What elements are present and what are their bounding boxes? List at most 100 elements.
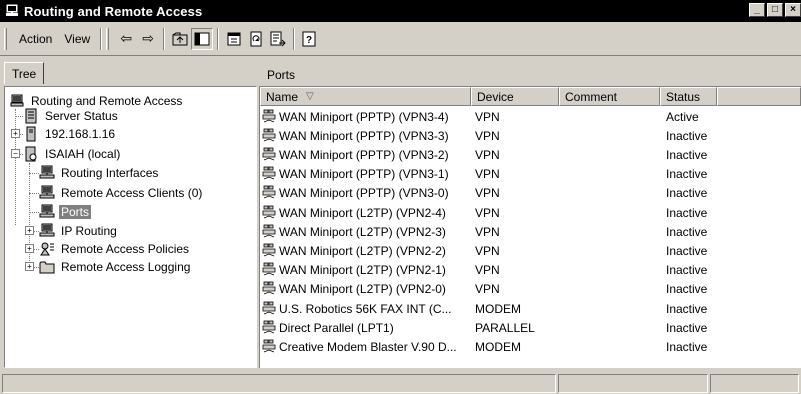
table-row[interactable]: WAN Miniport (PPTP) (VPN3-1) VPN Inactive xyxy=(260,165,800,184)
collapse-toggle[interactable]: − xyxy=(11,149,20,158)
port-status: Inactive xyxy=(666,186,708,201)
table-row[interactable]: U.S. Robotics 56K FAX INT (C... MODEM Inac… xyxy=(260,299,800,318)
menu-action[interactable]: Action xyxy=(13,32,58,46)
port-status: Inactive xyxy=(666,205,708,220)
port-comment xyxy=(563,222,660,241)
port-device-icon xyxy=(261,205,277,221)
port-device: MODEM xyxy=(475,301,521,316)
tree-item-label: ISAIAH (local) xyxy=(45,147,121,161)
tree-item-remote-access-policies[interactable]: Remote Access Policies xyxy=(39,240,191,258)
port-name: WAN Miniport (L2TP) (VPN2-4) xyxy=(279,205,446,220)
tree-item-remote-access-clients[interactable]: Remote Access Clients (0) xyxy=(39,184,204,202)
table-row[interactable]: WAN Miniport (L2TP) (VPN2-1) VPN Inactive xyxy=(260,261,800,280)
toolbar-separator xyxy=(217,27,220,50)
table-row[interactable]: WAN Miniport (L2TP) (VPN2-4) VPN Inactive xyxy=(260,203,800,222)
forward-button[interactable]: ⇨ xyxy=(137,28,159,50)
expand-toggle[interactable]: + xyxy=(11,129,20,138)
port-comment xyxy=(563,318,660,337)
tree-tab-strip: Tree xyxy=(0,62,257,84)
table-row[interactable]: Direct Parallel (LPT1) PARALLEL Inactive xyxy=(260,318,800,337)
port-status: Active xyxy=(666,109,699,124)
tree-item-isaiah-local[interactable]: ISAIAH (local) xyxy=(23,145,122,163)
tree-item-routing-interfaces[interactable]: Routing Interfaces xyxy=(39,164,160,182)
forward-arrow-icon: ⇨ xyxy=(142,30,155,46)
port-name: WAN Miniport (L2TP) (VPN2-3) xyxy=(279,224,446,239)
port-name: WAN Miniport (L2TP) (VPN2-0) xyxy=(279,282,446,297)
tree-item-ip-routing[interactable]: IP Routing xyxy=(39,222,119,240)
column-header-name[interactable]: Name ▽ xyxy=(260,87,471,106)
port-comment xyxy=(563,145,660,164)
tree-item-label: Remote Access Policies xyxy=(61,242,190,256)
port-name: WAN Miniport (PPTP) (VPN3-2) xyxy=(279,147,449,162)
column-header-device[interactable]: Device xyxy=(471,87,559,106)
properties-button[interactable] xyxy=(223,28,245,50)
port-device: VPN xyxy=(475,224,500,239)
port-name: Creative Modem Blaster V.90 D... xyxy=(279,339,457,354)
tree-item-remote-access-logging[interactable]: Remote Access Logging xyxy=(39,258,192,276)
refresh-button[interactable] xyxy=(245,28,267,50)
status-pane-main xyxy=(2,374,556,393)
remote-clients-icon xyxy=(39,185,55,201)
port-status: Inactive xyxy=(666,167,708,182)
port-device-icon xyxy=(261,339,277,355)
back-button[interactable]: ⇦ xyxy=(115,28,137,50)
column-header-empty[interactable] xyxy=(717,87,801,106)
column-header-status[interactable]: Status xyxy=(660,87,717,106)
expand-toggle[interactable]: + xyxy=(25,226,34,235)
port-device-icon xyxy=(261,166,277,182)
port-comment xyxy=(563,299,660,318)
show-hide-tree-button[interactable] xyxy=(191,27,214,50)
port-name: U.S. Robotics 56K FAX INT (C... xyxy=(279,301,452,316)
port-comment xyxy=(563,337,660,356)
port-status: Inactive xyxy=(666,243,708,258)
network-interface-icon xyxy=(39,165,55,181)
title-bar: Routing and Remote Access _ □ × xyxy=(0,0,801,22)
tree-item-ports[interactable]: Ports xyxy=(39,203,92,221)
table-row[interactable]: Creative Modem Blaster V.90 D... MODEM Ina… xyxy=(260,337,800,356)
table-row[interactable]: WAN Miniport (L2TP) (VPN2-2) VPN Inactive xyxy=(260,241,800,260)
sort-indicator-icon: ▽ xyxy=(306,91,314,102)
server-computer-icon xyxy=(4,3,20,19)
toolbar-grip[interactable] xyxy=(4,27,7,50)
port-device-icon xyxy=(261,262,277,278)
port-device-icon xyxy=(261,185,277,201)
table-row[interactable]: WAN Miniport (PPTP) (VPN3-4) VPN Active xyxy=(260,107,800,126)
tree-item-label: Routing Interfaces xyxy=(61,166,159,180)
up-one-level-button[interactable] xyxy=(169,28,191,50)
port-name: WAN Miniport (PPTP) (VPN3-1) xyxy=(279,167,449,182)
port-name: WAN Miniport (PPTP) (VPN3-4) xyxy=(279,109,449,124)
maximize-button[interactable]: □ xyxy=(767,3,783,17)
expand-toggle[interactable]: + xyxy=(25,244,34,253)
help-button[interactable]: ? xyxy=(299,28,321,50)
tree-item-label: IP Routing xyxy=(61,224,117,238)
table-row[interactable]: WAN Miniport (L2TP) (VPN2-0) VPN Inactive xyxy=(260,280,800,299)
port-status: Inactive xyxy=(666,301,708,316)
export-list-button[interactable] xyxy=(267,28,289,50)
ports-list: Name ▽ Device Comment Status WAN Minipor… xyxy=(259,86,801,368)
port-name: WAN Miniport (L2TP) (VPN2-1) xyxy=(279,263,446,278)
port-device: VPN xyxy=(475,167,500,182)
toolbar: Action View ⇦ ⇨ ? xyxy=(0,22,801,56)
tab-tree[interactable]: Tree xyxy=(4,62,45,84)
show-tree-icon xyxy=(194,32,210,45)
close-button[interactable]: × xyxy=(785,3,801,17)
table-row[interactable]: WAN Miniport (PPTP) (VPN3-3) VPN Inactive xyxy=(260,126,800,145)
table-row[interactable]: WAN Miniport (PPTP) (VPN3-2) VPN Inactive xyxy=(260,145,800,164)
minimize-button[interactable]: _ xyxy=(749,3,765,17)
table-row[interactable]: WAN Miniport (PPTP) (VPN3-0) VPN Inactive xyxy=(260,184,800,203)
port-comment xyxy=(563,126,660,145)
tree-item-label: Remote Access Logging xyxy=(61,260,191,274)
expand-toggle[interactable]: + xyxy=(25,262,34,271)
port-device: VPN xyxy=(475,147,500,162)
port-device-icon xyxy=(261,147,277,163)
toolbar-grip-2[interactable] xyxy=(106,27,110,50)
status-pane-3 xyxy=(710,374,799,393)
console-tree: Routing and Remote Access Server Status … xyxy=(4,86,257,368)
table-row[interactable]: WAN Miniport (L2TP) (VPN2-3) VPN Inactive xyxy=(260,222,800,241)
menu-view[interactable]: View xyxy=(58,32,96,46)
tree-item-server-status[interactable]: Server Status xyxy=(23,107,120,125)
column-header-comment[interactable]: Comment xyxy=(559,87,660,106)
port-status: Inactive xyxy=(666,224,708,239)
tree-item-label: Ports xyxy=(59,205,92,219)
tree-item-192-168-1-16[interactable]: 192.168.1.16 xyxy=(23,125,117,143)
